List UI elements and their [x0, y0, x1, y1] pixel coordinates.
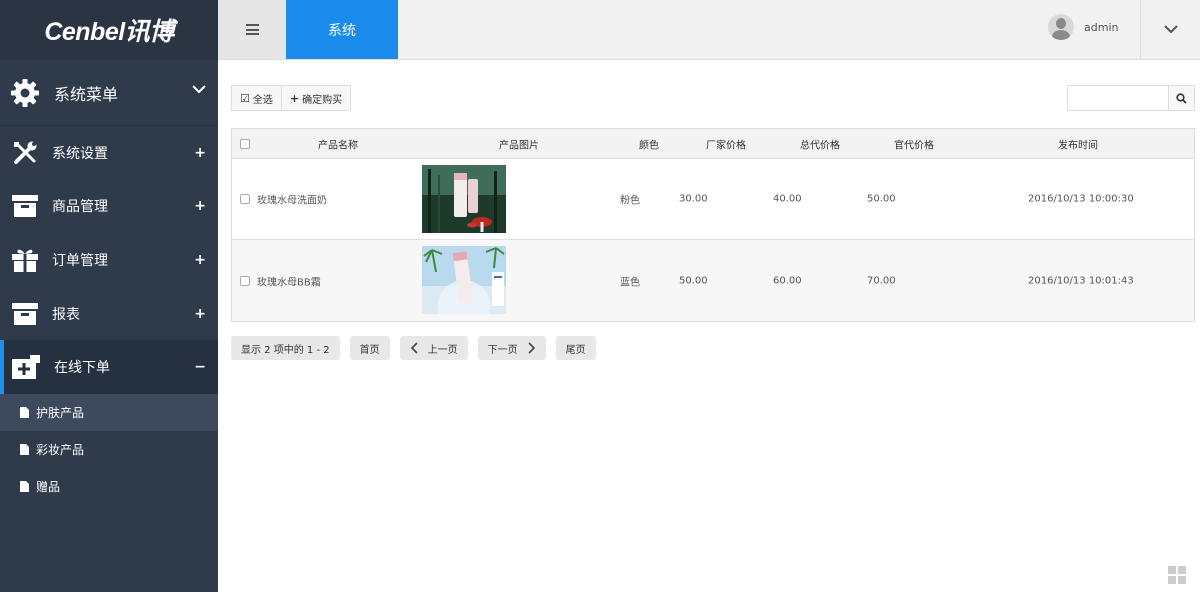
collapse-minus-icon: − [194, 359, 206, 376]
general-agent-price: 40.00 [773, 193, 802, 205]
prev-page-button[interactable]: 上一页 [399, 336, 468, 360]
column-header[interactable]: 总代价格 [800, 136, 840, 151]
archive-box-icon [12, 195, 38, 218]
system-menu-label: 系统菜单 [54, 84, 119, 104]
publish-time: 2016/10/13 10:00:30 [1028, 193, 1134, 205]
select-all-label: 全选 [252, 94, 273, 106]
sidebar: Cenbel讯博 系统菜单 系统设置 + 商品管理 + 订单管理 + 报表 + … [0, 0, 218, 592]
search-input[interactable] [1067, 85, 1169, 111]
factory-price: 30.00 [679, 193, 708, 205]
factory-price: 50.00 [679, 275, 708, 286]
logo: Cenbel讯博 [0, 0, 218, 60]
select-all-checkbox[interactable] [240, 138, 250, 149]
confirm-purchase-label: 确定购买 [302, 94, 343, 106]
expand-plus-icon: + [194, 144, 206, 161]
avatar [1048, 14, 1074, 40]
tab-system[interactable]: 系统 [286, 0, 398, 59]
next-page-label: 下一页 [487, 344, 518, 356]
sidebar-item-label: 在线下单 [54, 360, 110, 377]
toolbar: ☑ 全选 + 确定购买 [231, 85, 352, 111]
file-icon [20, 443, 29, 455]
column-header[interactable]: 厂家价格 [706, 136, 746, 151]
column-header[interactable]: 产品图片 [499, 136, 539, 151]
prev-page-label: 上一页 [427, 344, 458, 356]
general-agent-price: 60.00 [773, 275, 802, 286]
sidebar-subitem-gifts[interactable]: 赠品 [0, 468, 218, 505]
add-square-icon [12, 355, 40, 380]
row-checkbox[interactable] [240, 194, 250, 204]
product-image[interactable] [422, 165, 506, 233]
first-page-button[interactable]: 首页 [349, 336, 390, 360]
file-icon [20, 480, 29, 492]
sidebar-item-reports[interactable]: 报表 + [0, 287, 218, 341]
sidebar-subitem-skincare[interactable]: 护肤产品 [0, 393, 218, 431]
chevron-down-icon [1163, 25, 1178, 34]
sidebar-item-order-management[interactable]: 订单管理 + [0, 233, 218, 287]
expand-plus-icon: + [194, 305, 206, 322]
chevron-left-icon [410, 342, 418, 354]
column-header[interactable]: 颜色 [639, 136, 659, 151]
chevron-down-icon [192, 85, 206, 94]
hamburger-icon [245, 24, 259, 35]
product-table: 产品名称 产品图片 颜色 厂家价格 总代价格 官代价格 发布时间 玫瑰水母洗面奶… [231, 128, 1195, 322]
sidebar-subitem-label: 赠品 [36, 479, 61, 494]
grid-icon [1168, 566, 1186, 584]
sidebar-item-system-settings[interactable]: 系统设置 + [0, 126, 218, 180]
file-icon [20, 406, 29, 418]
official-agent-price: 50.00 [867, 193, 896, 205]
plus-icon: + [289, 91, 300, 105]
pagination: 显示 2 项中的 1 - 2 首页 上一页 下一页 尾页 [231, 336, 606, 360]
search-icon [1176, 92, 1187, 104]
expand-plus-icon: + [194, 251, 206, 268]
expand-plus-icon: + [194, 198, 206, 215]
wrench-screwdriver-icon [14, 141, 37, 164]
select-all-button[interactable]: ☑ 全选 [231, 85, 282, 111]
page-info: 显示 2 项中的 1 - 2 [231, 336, 340, 360]
sidebar-item-product-management[interactable]: 商品管理 + [0, 180, 218, 234]
archive-box-icon [12, 302, 38, 325]
official-agent-price: 70.00 [867, 275, 896, 286]
menu-toggle-button[interactable] [218, 0, 286, 59]
row-checkbox[interactable] [240, 275, 250, 286]
gear-icon [11, 78, 39, 107]
last-page-button[interactable]: 尾页 [555, 336, 596, 360]
sidebar-item-label: 系统设置 [52, 145, 108, 162]
check-square-icon: ☑ [240, 91, 250, 105]
column-header[interactable]: 发布时间 [1058, 136, 1098, 151]
table-row: 玫瑰水母BB霜 蓝色 50.00 60.00 70.00 2016/10/13 … [232, 240, 1194, 321]
table-header: 产品名称 产品图片 颜色 厂家价格 总代价格 官代价格 发布时间 [232, 129, 1194, 159]
product-image[interactable] [422, 246, 506, 314]
sidebar-subitem-label: 彩妆产品 [36, 442, 85, 457]
user-dropdown-button[interactable] [1140, 0, 1200, 59]
product-name: 玫瑰水母BB霜 [257, 277, 321, 288]
confirm-purchase-button[interactable]: + 确定购买 [281, 85, 352, 111]
product-color: 粉色 [620, 195, 640, 207]
next-page-button[interactable]: 下一页 [477, 336, 546, 360]
sidebar-item-label: 订单管理 [52, 252, 108, 269]
column-header[interactable]: 官代价格 [894, 136, 934, 151]
username: admin [1084, 20, 1119, 34]
user-info[interactable]: admin [1048, 14, 1118, 40]
top-bar: 系统 admin [218, 0, 1200, 60]
sidebar-item-label: 报表 [52, 306, 80, 323]
search-box [1067, 85, 1195, 111]
search-button[interactable] [1169, 85, 1195, 111]
sidebar-subitem-makeup[interactable]: 彩妆产品 [0, 431, 218, 468]
column-header[interactable]: 产品名称 [318, 136, 358, 151]
sidebar-item-label: 商品管理 [52, 199, 108, 216]
publish-time: 2016/10/13 10:01:43 [1028, 275, 1134, 286]
sidebar-subitem-label: 护肤产品 [36, 405, 85, 420]
table-row: 玫瑰水母洗面奶 粉色 30.00 40.00 50.00 2016/10/13 … [232, 159, 1194, 240]
gift-icon [12, 249, 38, 272]
system-menu-header[interactable]: 系统菜单 [0, 60, 218, 126]
product-color: 蓝色 [620, 277, 640, 288]
product-name: 玫瑰水母洗面奶 [257, 195, 327, 207]
sidebar-item-online-order[interactable]: 在线下单 − [0, 340, 218, 394]
logo-text: Cenbel讯博 [44, 18, 174, 46]
chevron-right-icon [528, 342, 535, 354]
